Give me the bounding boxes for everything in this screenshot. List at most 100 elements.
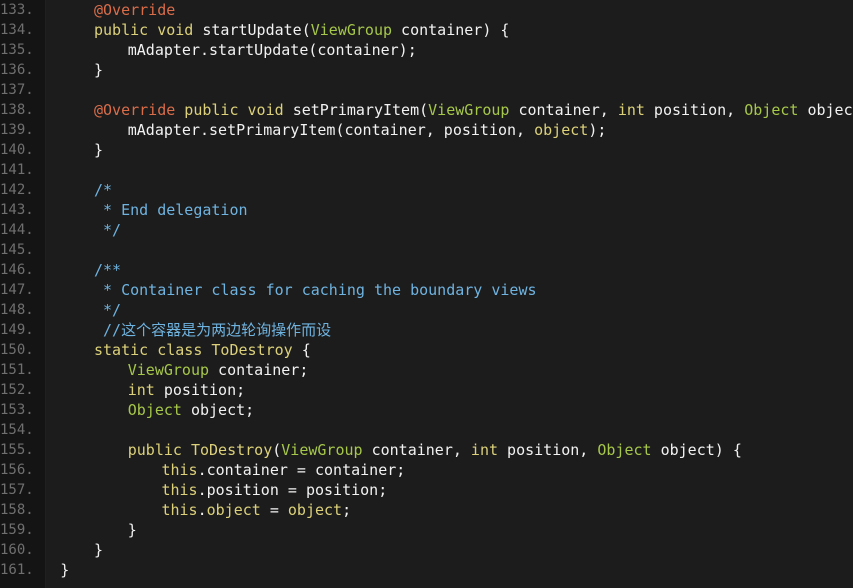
code-token-default: = bbox=[260, 501, 288, 519]
code-token-this: this bbox=[161, 461, 198, 479]
line-number: 138. bbox=[0, 102, 34, 118]
code-line[interactable]: 142. /* bbox=[0, 180, 853, 200]
code-token-type: ViewGroup bbox=[428, 101, 510, 119]
code-text: * End delegation bbox=[94, 200, 248, 220]
code-token-default: mAdapter.startUpdate(container); bbox=[127, 41, 417, 59]
line-number: 151. bbox=[0, 362, 34, 378]
code-token-default: } bbox=[94, 541, 104, 559]
line-number: 144. bbox=[0, 222, 34, 238]
code-line[interactable]: 141. bbox=[0, 160, 853, 180]
code-token-comment: */ bbox=[94, 221, 122, 239]
code-line[interactable]: 152. int position; bbox=[0, 380, 853, 400]
line-number: 136. bbox=[0, 62, 34, 78]
code-text: } bbox=[128, 520, 137, 540]
code-token-type: ViewGroup bbox=[310, 21, 393, 39]
code-text: ViewGroup container; bbox=[128, 360, 309, 380]
code-line[interactable]: 138. @Override public void setPrimaryItem… bbox=[0, 100, 853, 120]
code-line[interactable]: 137. bbox=[0, 80, 853, 100]
line-number: 152. bbox=[0, 382, 34, 398]
line-number: 146. bbox=[0, 262, 34, 278]
line-number: 154. bbox=[0, 422, 34, 438]
code-token-keyword: public void bbox=[94, 21, 203, 39]
code-token-comment: * Container class for caching the bounda… bbox=[94, 281, 537, 299]
code-token-default: container, bbox=[509, 101, 618, 119]
code-text: public ToDestroy(ViewGroup container, in… bbox=[128, 440, 742, 460]
code-text: */ bbox=[94, 220, 121, 240]
code-line[interactable]: 157. this.position = position; bbox=[0, 480, 853, 500]
code-text: this.position = position; bbox=[161, 480, 387, 500]
code-token-type: Object bbox=[744, 101, 799, 119]
code-text: } bbox=[60, 560, 69, 580]
code-line[interactable]: 139. mAdapter.setPrimaryItem(container, p… bbox=[0, 120, 853, 140]
code-line[interactable]: 143. * End delegation bbox=[0, 200, 853, 220]
code-line[interactable]: 136.} bbox=[0, 60, 853, 80]
code-line[interactable]: 154. bbox=[0, 420, 853, 440]
code-token-default: { bbox=[292, 341, 311, 359]
code-line[interactable]: 156. this.container = container; bbox=[0, 460, 853, 480]
code-line[interactable]: 161.} bbox=[0, 560, 853, 580]
code-token-this: ToDestroy bbox=[211, 341, 293, 359]
code-editor[interactable]: 133. @Override 134. public void startUpdate… bbox=[0, 0, 853, 588]
line-number: 159. bbox=[0, 522, 34, 538]
code-token-default: startUpdate( bbox=[202, 21, 311, 39]
code-text: public void startUpdate(ViewGroup contai… bbox=[94, 20, 509, 40]
code-line[interactable]: 134. public void startUpdate(ViewGroup co… bbox=[0, 20, 853, 40]
code-line[interactable]: 151. ViewGroup container; bbox=[0, 360, 853, 380]
code-token-annotation: @Override bbox=[94, 101, 176, 119]
code-token-default: ); bbox=[588, 121, 607, 139]
line-number: 140. bbox=[0, 142, 34, 158]
code-line[interactable]: 140.} bbox=[0, 140, 853, 160]
code-token-default: . bbox=[197, 501, 207, 519]
line-number: 142. bbox=[0, 182, 34, 198]
code-token-default: mAdapter.setPrimaryItem(container, posit… bbox=[127, 121, 535, 139]
code-text: mAdapter.setPrimaryItem(container, posit… bbox=[128, 120, 607, 140]
line-number: 147. bbox=[0, 282, 34, 298]
code-text: @Override bbox=[94, 0, 175, 20]
code-line[interactable]: 155. public ToDestroy(ViewGroup container… bbox=[0, 440, 853, 460]
line-number: 137. bbox=[0, 82, 34, 98]
code-line[interactable]: 148. */ bbox=[0, 300, 853, 320]
code-text: } bbox=[94, 540, 103, 560]
code-token-type: ViewGroup bbox=[127, 361, 210, 379]
code-token-this: object bbox=[206, 501, 261, 519]
code-line[interactable]: 153. Object object; bbox=[0, 400, 853, 420]
code-line[interactable]: 150. static class ToDestroy { bbox=[0, 340, 853, 360]
code-line[interactable]: 147. * Container class for caching the b… bbox=[0, 280, 853, 300]
code-line[interactable]: 135. mAdapter.startUpdate(container); bbox=[0, 40, 853, 60]
line-number: 161. bbox=[0, 562, 34, 578]
code-token-keyword: static class bbox=[94, 341, 212, 359]
line-number: 158. bbox=[0, 502, 34, 518]
code-text: //这个容器是为两边轮询操作而设 bbox=[94, 320, 331, 340]
code-token-keyword: public bbox=[127, 441, 191, 459]
code-token-comment: /* bbox=[94, 181, 113, 199]
line-number: 141. bbox=[0, 162, 34, 178]
code-text: } bbox=[94, 140, 103, 160]
code-line[interactable]: 146. /** bbox=[0, 260, 853, 280]
code-line[interactable]: 133. @Override bbox=[0, 0, 853, 20]
code-line[interactable]: 149. //这个容器是为两边轮询操作而设 bbox=[0, 320, 853, 340]
code-line[interactable]: 160.} bbox=[0, 540, 853, 560]
code-token-this: object bbox=[534, 121, 589, 139]
code-token-default: position, bbox=[498, 441, 598, 459]
code-token-comment: /** bbox=[94, 261, 122, 279]
code-text: /** bbox=[94, 260, 121, 280]
code-token-comment: * End delegation bbox=[94, 201, 248, 219]
line-number: 148. bbox=[0, 302, 34, 318]
code-token-default: } bbox=[127, 521, 137, 539]
code-token-default: } bbox=[94, 61, 104, 79]
code-line[interactable]: 159.} bbox=[0, 520, 853, 540]
code-text: } bbox=[94, 60, 103, 80]
code-token-default: setPrimaryItem( bbox=[292, 101, 429, 119]
code-token-this: this bbox=[161, 501, 198, 519]
code-text: /* bbox=[94, 180, 112, 200]
code-text: @Override public void setPrimaryItem(Vie… bbox=[94, 100, 853, 120]
code-line[interactable]: 145. bbox=[0, 240, 853, 260]
code-token-default: } bbox=[94, 141, 104, 159]
line-number: 157. bbox=[0, 482, 34, 498]
code-line[interactable]: 144. */ bbox=[0, 220, 853, 240]
code-text: mAdapter.startUpdate(container); bbox=[128, 40, 417, 60]
code-token-default: .container = container; bbox=[197, 461, 406, 479]
code-token-default: object) { bbox=[807, 101, 853, 119]
line-number: 150. bbox=[0, 342, 34, 358]
code-line[interactable]: 158. this.object = object; bbox=[0, 500, 853, 520]
